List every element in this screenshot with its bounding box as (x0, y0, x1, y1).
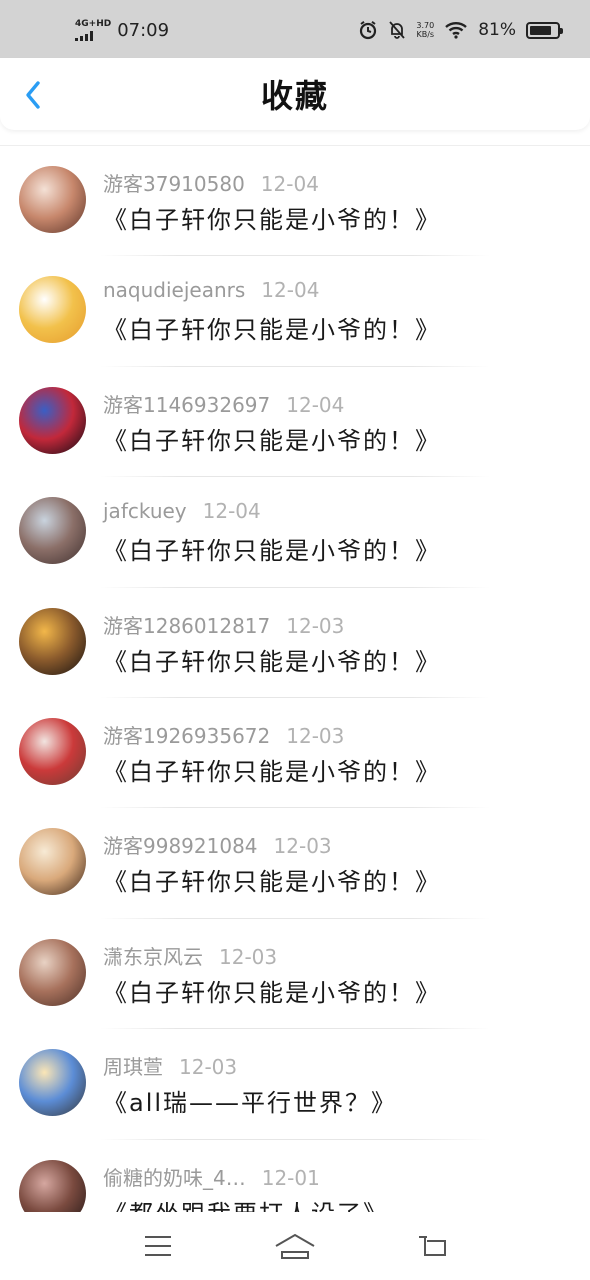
favorite-item[interactable]: 游客998921084 12-03 《白子轩你只能是小爷的！》 (0, 808, 590, 919)
favorite-item[interactable]: naqudiejeanrs 12-04 《白子轩你只能是小爷的！》 (0, 256, 590, 367)
username[interactable]: 潇东京风云 (103, 945, 203, 969)
story-title[interactable]: 《都坐跟我要打人设了》 (103, 1194, 389, 1212)
story-title[interactable]: 《白子轩你只能是小爷的！》 (103, 421, 441, 456)
menu-icon (145, 1236, 172, 1256)
item-meta: 游客1286012817 12-03 (103, 610, 344, 639)
item-date: 12-01 (261, 1165, 320, 1190)
page-title: 收藏 (260, 77, 329, 115)
story-title[interactable]: 《白子轩你只能是小爷的！》 (103, 862, 441, 897)
alarm-icon (360, 20, 377, 40)
avatar[interactable] (19, 828, 86, 896)
mute-notification-icon (389, 21, 406, 39)
avatar[interactable] (19, 276, 86, 344)
battery-percent: 81% (478, 20, 516, 40)
clock-time: 07:09 (117, 19, 170, 41)
item-meta: 潇东京风云 12-03 (103, 941, 277, 970)
item-date: 12-04 (202, 499, 261, 524)
home-icon (275, 1233, 315, 1259)
story-title[interactable]: 《白子轩你只能是小爷的！》 (103, 973, 441, 1008)
favorites-list[interactable]: 游客37910580 12-04 《白子轩你只能是小爷的！》 naqudiejeanr… (0, 145, 590, 1212)
avatar[interactable] (19, 497, 86, 565)
item-meta: 游客1146932697 12-04 (103, 389, 344, 418)
avatar[interactable] (19, 386, 86, 454)
item-meta: jafckuey 12-04 (103, 499, 261, 523)
username[interactable]: 游客998921084 (103, 834, 258, 858)
menu-button[interactable] (136, 1226, 180, 1266)
favorite-item[interactable]: jafckuey 12-04 《白子轩你只能是小爷的！》 (0, 477, 590, 588)
item-date: 12-03 (286, 723, 345, 748)
avatar[interactable] (19, 607, 86, 675)
favorite-item[interactable]: 周琪萱 12-03 《all瑞——平行世界？》 (0, 1029, 590, 1140)
status-bar: 4G+HD 07:09 3.70 KB/s 81% (0, 0, 590, 60)
return-icon (418, 1236, 446, 1256)
battery-icon (526, 21, 563, 39)
home-button[interactable] (273, 1226, 317, 1266)
username[interactable]: naqudiejeanrs (103, 278, 245, 302)
avatar[interactable] (19, 938, 86, 1006)
speed-value: 3.70 (416, 21, 435, 30)
speed-unit: KB/s (416, 30, 435, 39)
app-header: 收藏 (0, 58, 590, 130)
avatar[interactable] (19, 1159, 86, 1212)
favorite-item[interactable]: 潇东京风云 12-03 《白子轩你只能是小爷的！》 (0, 919, 590, 1030)
story-title[interactable]: 《白子轩你只能是小爷的！》 (103, 531, 441, 566)
chevron-left-icon (26, 81, 40, 109)
back-button[interactable] (18, 78, 48, 112)
favorite-item[interactable]: 游客1286012817 12-03 《白子轩你只能是小爷的！》 (0, 588, 590, 698)
favorite-item[interactable]: 游客37910580 12-04 《白子轩你只能是小爷的！》 (0, 146, 590, 257)
favorite-item[interactable]: 游客1926935672 12-03 《白子轩你只能是小爷的！》 (0, 698, 590, 809)
network-label: 4G+HD (75, 18, 112, 29)
return-button[interactable] (410, 1226, 454, 1266)
item-meta: 游客1926935672 12-03 (103, 720, 344, 749)
story-title[interactable]: 《白子轩你只能是小爷的！》 (103, 310, 441, 345)
story-title[interactable]: 《白子轩你只能是小爷的！》 (103, 200, 441, 235)
avatar[interactable] (19, 1049, 86, 1117)
item-date: 12-04 (286, 392, 345, 417)
avatar[interactable] (19, 166, 86, 233)
wifi-icon (445, 22, 468, 39)
username[interactable]: 游客1286012817 (103, 614, 270, 638)
item-date: 12-04 (261, 278, 320, 303)
item-meta: 游客37910580 12-04 (103, 168, 319, 197)
battery-level (530, 25, 552, 35)
username[interactable]: 游客1146932697 (103, 393, 270, 417)
story-title[interactable]: 《all瑞——平行世界？》 (103, 1083, 397, 1118)
network-speed: 3.70 KB/s (416, 21, 434, 39)
item-date: 12-03 (179, 1055, 238, 1080)
network-indicator: 4G+HD (75, 18, 112, 41)
item-date: 12-03 (273, 834, 332, 859)
username[interactable]: 偷糖的奶味_4… (103, 1166, 246, 1190)
username[interactable]: 游客37910580 (103, 172, 245, 196)
favorite-item[interactable]: 偷糖的奶味_4… 12-01 《都坐跟我要打人设了》 (0, 1140, 590, 1212)
avatar[interactable] (19, 717, 86, 785)
item-meta: 偷糖的奶味_4… 12-01 (103, 1162, 320, 1191)
item-date: 12-04 (260, 172, 319, 196)
story-title[interactable]: 《白子轩你只能是小爷的！》 (103, 752, 441, 787)
system-nav-bar (0, 1212, 590, 1280)
story-title[interactable]: 《白子轩你只能是小爷的！》 (103, 642, 441, 677)
item-date: 12-03 (219, 944, 278, 969)
username[interactable]: 周琪萱 (103, 1055, 163, 1079)
username[interactable]: jafckuey (103, 499, 187, 523)
username[interactable]: 游客1926935672 (103, 724, 270, 748)
item-date: 12-03 (286, 613, 345, 638)
item-meta: naqudiejeanrs 12-04 (103, 278, 319, 302)
item-meta: 游客998921084 12-03 (103, 830, 332, 859)
signal-icon (75, 30, 93, 41)
item-meta: 周琪萱 12-03 (103, 1051, 237, 1080)
favorite-item[interactable]: 游客1146932697 12-04 《白子轩你只能是小爷的！》 (0, 367, 590, 478)
